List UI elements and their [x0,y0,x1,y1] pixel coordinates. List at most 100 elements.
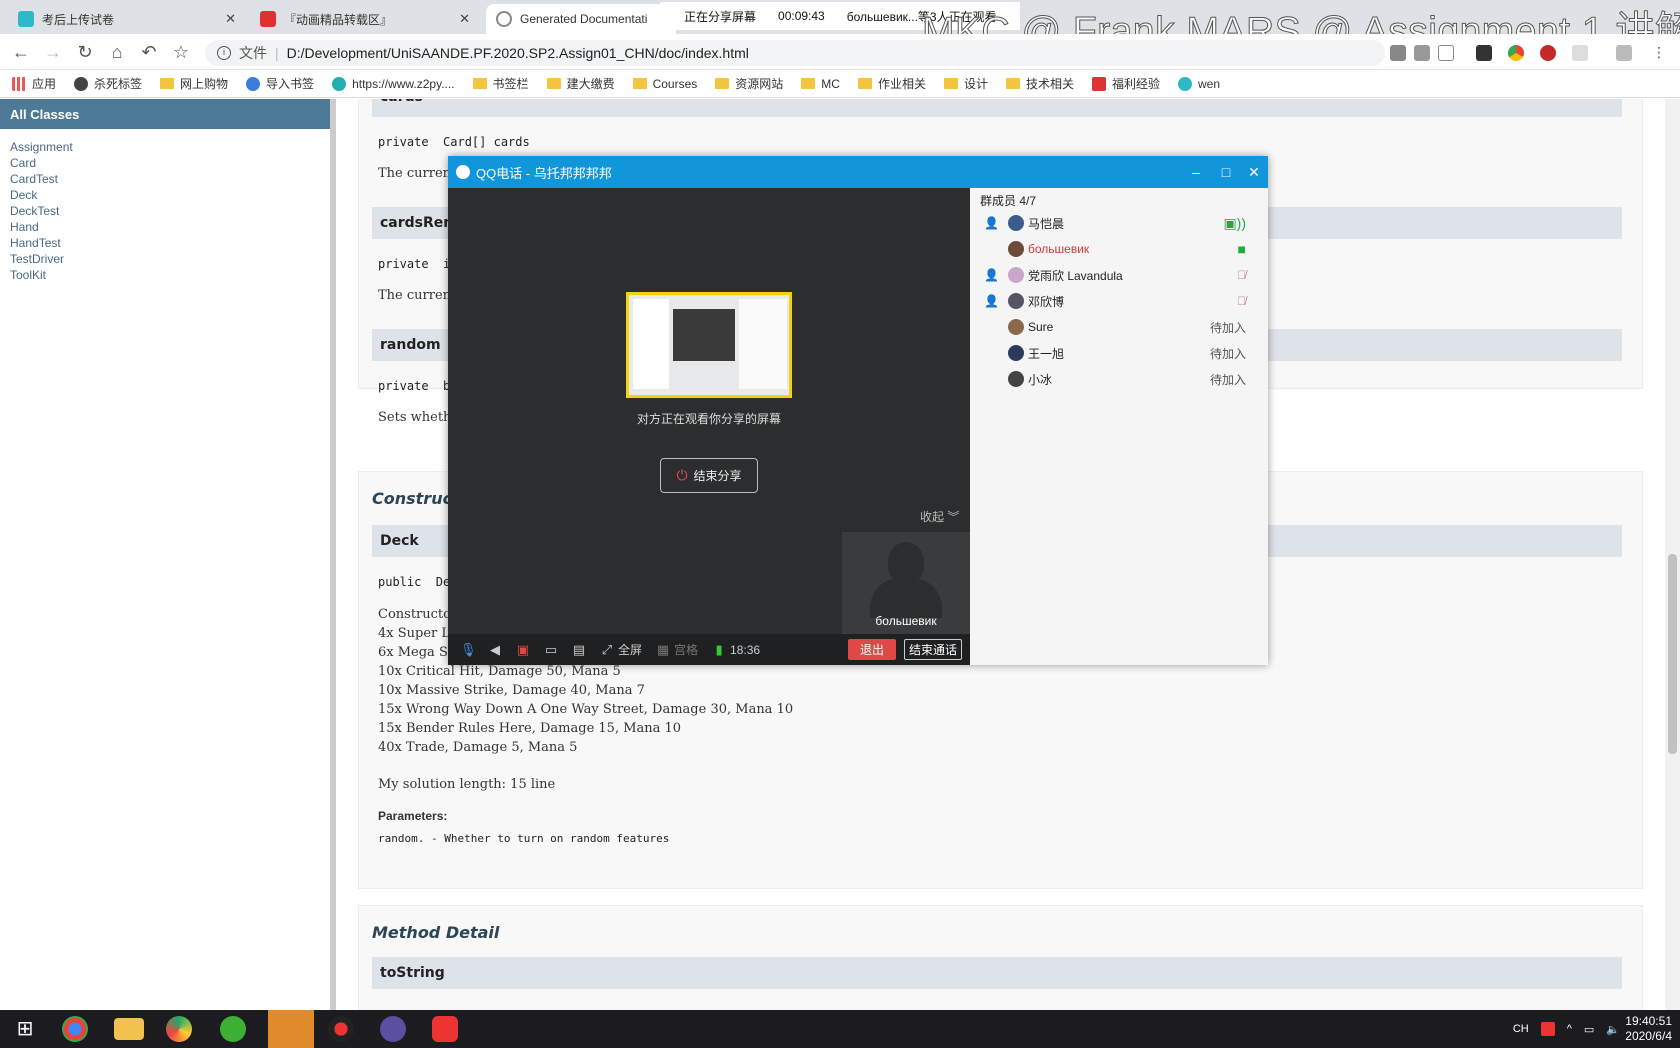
mic-icon[interactable]: 🎙 [460,642,477,657]
camera-off-icon[interactable]: ▣ [516,642,530,657]
bookmark-wen[interactable]: wen [1178,76,1220,91]
member-status: 待加入 [1209,346,1246,361]
class-link-hand[interactable]: Hand [10,219,320,235]
mouse-gesture-icon[interactable] [1572,45,1588,61]
reload-icon[interactable]: ↻ [74,41,96,63]
bookmark-design[interactable]: 设计 [943,75,988,92]
record-icon[interactable] [328,1016,354,1042]
bookmark-star-icon[interactable]: ☆ [170,41,192,63]
speaker-icon[interactable]: ◀ [488,642,502,657]
bookmark-homework[interactable]: 作业相关 [857,75,926,92]
class-link-card[interactable]: Card [10,155,320,171]
extension-menu-icon[interactable] [1616,45,1632,61]
end-share-button[interactable]: ⏻ 结束分享 [660,458,758,493]
class-link-deck[interactable]: Deck [10,187,320,203]
minimize-icon[interactable]: – [1186,162,1206,182]
tab-generated-docs[interactable]: Generated Documentati [486,4,676,34]
bookmark-kill-tabs[interactable]: 杀死标签 [74,75,142,92]
member-row[interactable]: 👤 党雨欣 Lavandula 🎙̸ [970,262,1268,288]
url-text[interactable]: D:/Development/UniSAANDE.PF.2020.SP2.Ass… [287,45,749,61]
windows-start-icon[interactable]: ⊞ [10,1014,40,1044]
url-separator: | [275,45,279,61]
class-link-assignment[interactable]: Assignment [10,139,320,155]
eclipse-icon[interactable] [380,1016,406,1042]
bookmark-fees[interactable]: 建大缴费 [546,75,615,92]
close-tab-icon[interactable]: ✕ [459,11,470,27]
qq-control-bar: 🎙 ◀ ▣ ▭ ▤ ⤢ 全屏 ▦ 宫格 ▮ 18:36 退出 结束通话 [448,634,970,665]
bookmark-mc[interactable]: MC [801,77,840,91]
file-explorer-icon[interactable] [114,1018,144,1040]
bookmark-welfare[interactable]: 福利经验 [1092,75,1160,92]
self-video-name: большевик [875,614,937,628]
bookmark-apps[interactable]: 应用 [12,75,56,92]
member-row[interactable]: 👤 邓欣博 🎙̸ [970,288,1268,314]
member-row[interactable]: большевик ■ [970,236,1268,262]
star-icon[interactable] [1438,45,1454,61]
wechat-icon[interactable] [220,1016,246,1042]
class-link-testdriver[interactable]: TestDriver [10,251,320,267]
scrollbar-thumb[interactable] [1668,554,1677,754]
volume-icon[interactable]: 🔈 [1606,1023,1620,1036]
maximize-icon[interactable]: □ [1216,162,1236,182]
member-name: 王一旭 [1028,346,1065,361]
page-scrollbar[interactable] [1665,99,1680,1010]
adblock-icon[interactable] [1540,45,1556,61]
close-tab-icon[interactable]: ✕ [225,11,236,27]
screen-share-icon[interactable]: ▭ [544,642,558,657]
grid-view-button[interactable]: ▦ 宫格 [656,641,698,658]
system-tray: CH ^ ▭ 🔈 [1513,1010,1620,1048]
chrome-taskbar-icon[interactable] [62,1016,88,1042]
self-video-tile[interactable]: большевик [842,532,970,634]
class-link-decktest[interactable]: DeckTest [10,203,320,219]
translate-icon[interactable] [1390,45,1406,61]
signal-icon: ▮ [715,641,723,657]
tab-exam-upload[interactable]: 考后上传试卷 ✕ [8,4,246,34]
incognito-icon[interactable] [1476,45,1492,61]
member-row[interactable]: 小冰 待加入 [970,366,1268,392]
bookmark-import[interactable]: 导入书签 [246,75,314,92]
constructor-desc-line: 15x Wrong Way Down A One Way Street, Dam… [378,702,794,717]
share-status-label: 正在分享屏幕 [684,9,757,24]
input-language[interactable]: CH [1513,1023,1529,1035]
class-link-cardtest[interactable]: CardTest [10,171,320,187]
class-link-handtest[interactable]: HandTest [10,235,320,251]
bookmark-resources[interactable]: 资源网站 [715,75,783,92]
bookmark-shopping[interactable]: 网上购物 [160,75,228,92]
exit-button[interactable]: 退出 [848,639,896,660]
forward-arrow-icon[interactable]: → [42,41,64,63]
back-arrow-icon[interactable]: ← [10,41,32,63]
presentation-icon[interactable]: ▤ [572,642,586,657]
avatar [1008,371,1024,387]
info-icon[interactable]: i [217,46,231,60]
qr-code-icon[interactable] [1414,45,1430,61]
home-icon[interactable]: ⌂ [106,41,128,63]
tray-chevron-icon[interactable]: ^ [1567,1023,1572,1035]
bookmark-tech[interactable]: 技术相关 [1005,75,1074,92]
java-taskbar-icon[interactable] [268,1010,314,1048]
battery-icon[interactable]: ▭ [1584,1023,1594,1036]
member-row[interactable]: 👤 马恺晨 ▣)) [970,210,1268,236]
address-bar[interactable]: i 文件 | D:/Development/UniSAANDE.PF.2020.… [205,40,1385,66]
bookmark-bar-folder[interactable]: 书签栏 [472,75,529,92]
qq-title-bar[interactable]: QQ电话 - 乌托邦邦邦邦 – □ ✕ [448,156,1268,188]
tab-anime[interactable]: 『动画精品转载区』 ✕ [250,4,480,34]
taskbar-clock[interactable]: 19:40:51 2020/6/4 [1625,1014,1672,1044]
ime-icon[interactable] [1540,1022,1555,1036]
shared-screen-preview[interactable] [626,292,792,398]
fullscreen-button[interactable]: ⤢ 全屏 [600,641,642,658]
class-link-toolkit[interactable]: ToolKit [10,267,320,283]
qq-video-area: 对方正在观看你分享的屏幕 ⏻ 结束分享 收起 ︾ большевик 🎙 ◀ ▣… [448,188,970,665]
bookmark-courses[interactable]: Courses [632,77,697,91]
chrome-extension-icon[interactable] [1508,45,1524,61]
undo-icon[interactable]: ↶ [138,41,160,63]
close-icon[interactable]: ✕ [1244,162,1264,182]
collapse-button[interactable]: 收起 ︾ [920,508,959,525]
netease-music-icon[interactable] [432,1016,458,1042]
app-taskbar-icon[interactable] [166,1016,192,1042]
member-row[interactable]: Sure 待加入 [970,314,1268,340]
bookmark-z2py[interactable]: https://www.z2py.... [332,76,455,91]
member-row[interactable]: 王一旭 待加入 [970,340,1268,366]
field-desc-random: Sets whethe [378,410,460,425]
kebab-menu-icon[interactable]: ⋮ [1648,41,1670,63]
end-call-button[interactable]: 结束通话 [904,639,962,660]
